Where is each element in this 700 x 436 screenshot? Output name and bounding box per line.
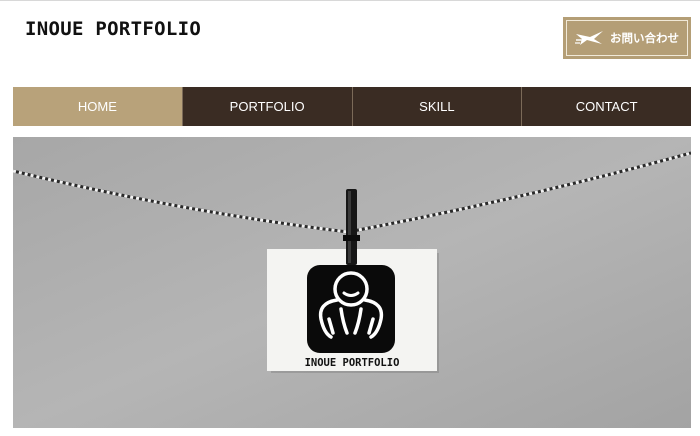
contact-button[interactable]: お問い合わせ — [563, 17, 691, 59]
nav-item-portfolio[interactable]: PORTFOLIO — [181, 87, 352, 126]
nav-item-home[interactable]: HOME — [13, 87, 182, 126]
top-border — [0, 0, 700, 1]
site-logo[interactable]: INOUE PORTFOLIO — [25, 18, 201, 40]
photo-card: INOUE PORTFOLIO — [267, 249, 439, 373]
contact-button-label: お問い合わせ — [610, 33, 679, 45]
main-nav: HOME PORTFOLIO SKILL CONTACT — [13, 87, 691, 126]
nav-item-skill[interactable]: SKILL — [351, 87, 522, 126]
contact-button-frame: お問い合わせ — [566, 20, 688, 56]
figure-logo-icon — [307, 265, 395, 353]
card-logo-text: INOUE PORTFOLIO — [305, 357, 400, 369]
paper-plane-icon — [575, 30, 605, 46]
nav-item-contact[interactable]: CONTACT — [521, 87, 691, 126]
hero-image: INOUE PORTFOLIO — [13, 137, 691, 428]
